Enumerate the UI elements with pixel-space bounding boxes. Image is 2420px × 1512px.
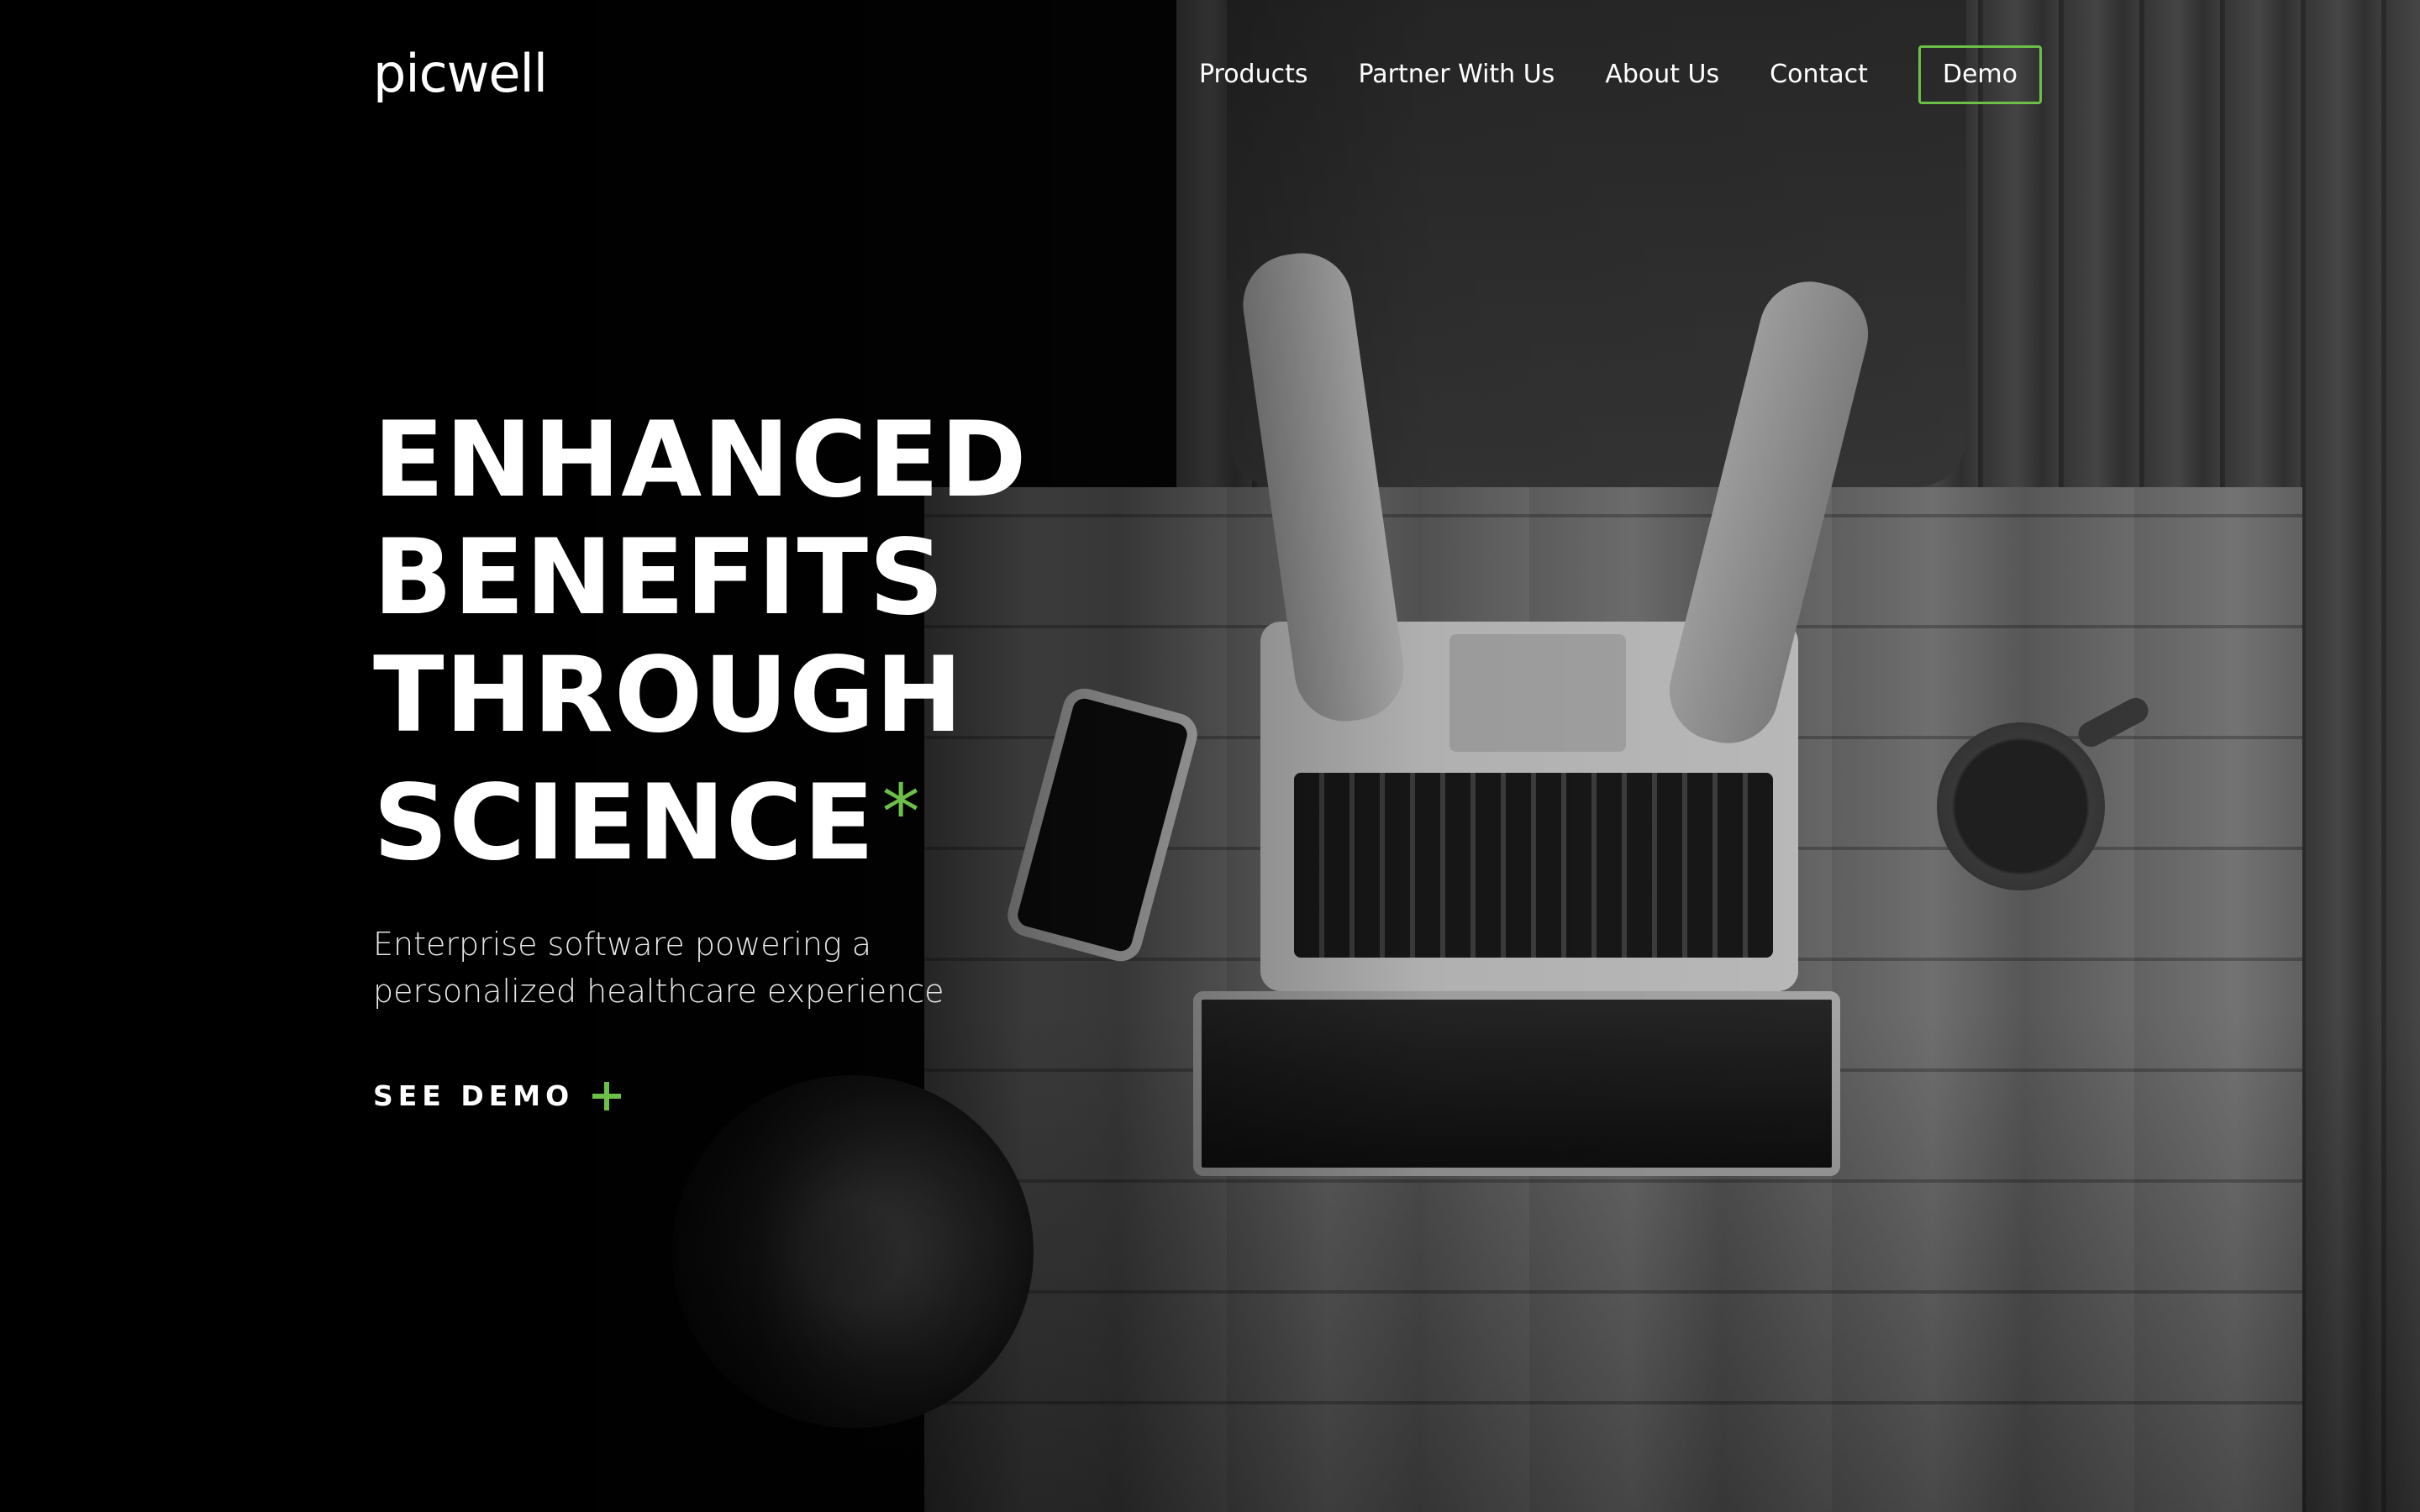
top-navigation: picwell Products Partner With Us About U… — [0, 0, 2420, 148]
subtitle-line-1: Enterprise software powering a — [373, 926, 872, 963]
hero-subtitle: Enterprise software powering a personali… — [373, 921, 1012, 1015]
headline-line-3: THROUGH — [373, 635, 964, 756]
picwell-logo[interactable]: picwell — [373, 40, 548, 108]
nav-link-about-us[interactable]: About Us — [1605, 46, 1719, 103]
background-bottom-overlay — [0, 1008, 2420, 1512]
headline-line-1: ENHANCED — [373, 400, 1028, 521]
plus-icon — [592, 1082, 622, 1110]
headline-line-4: SCIENCE* — [373, 754, 1028, 882]
asterisk-icon: * — [881, 769, 921, 857]
nav-link-products[interactable]: Products — [1199, 46, 1308, 103]
see-demo-label: SEE DEMO — [373, 1079, 575, 1112]
see-demo-link[interactable]: SEE DEMO — [373, 1075, 622, 1117]
nav-link-partner-with-us[interactable]: Partner With Us — [1359, 46, 1555, 103]
hero-section: picwell Products Partner With Us About U… — [0, 0, 2420, 1512]
hero-headline: ENHANCED BENEFITS THROUGH SCIENCE* — [373, 402, 1028, 882]
headline-line-2: BENEFITS — [373, 517, 945, 638]
demo-button[interactable]: Demo — [1918, 45, 2042, 104]
nav-links: Products Partner With Us About Us Contac… — [1199, 45, 2042, 104]
subtitle-line-2: personalized healthcare experience — [373, 973, 944, 1010]
headline-line-4-text: SCIENCE — [373, 763, 876, 884]
nav-link-contact[interactable]: Contact — [1770, 46, 1868, 103]
